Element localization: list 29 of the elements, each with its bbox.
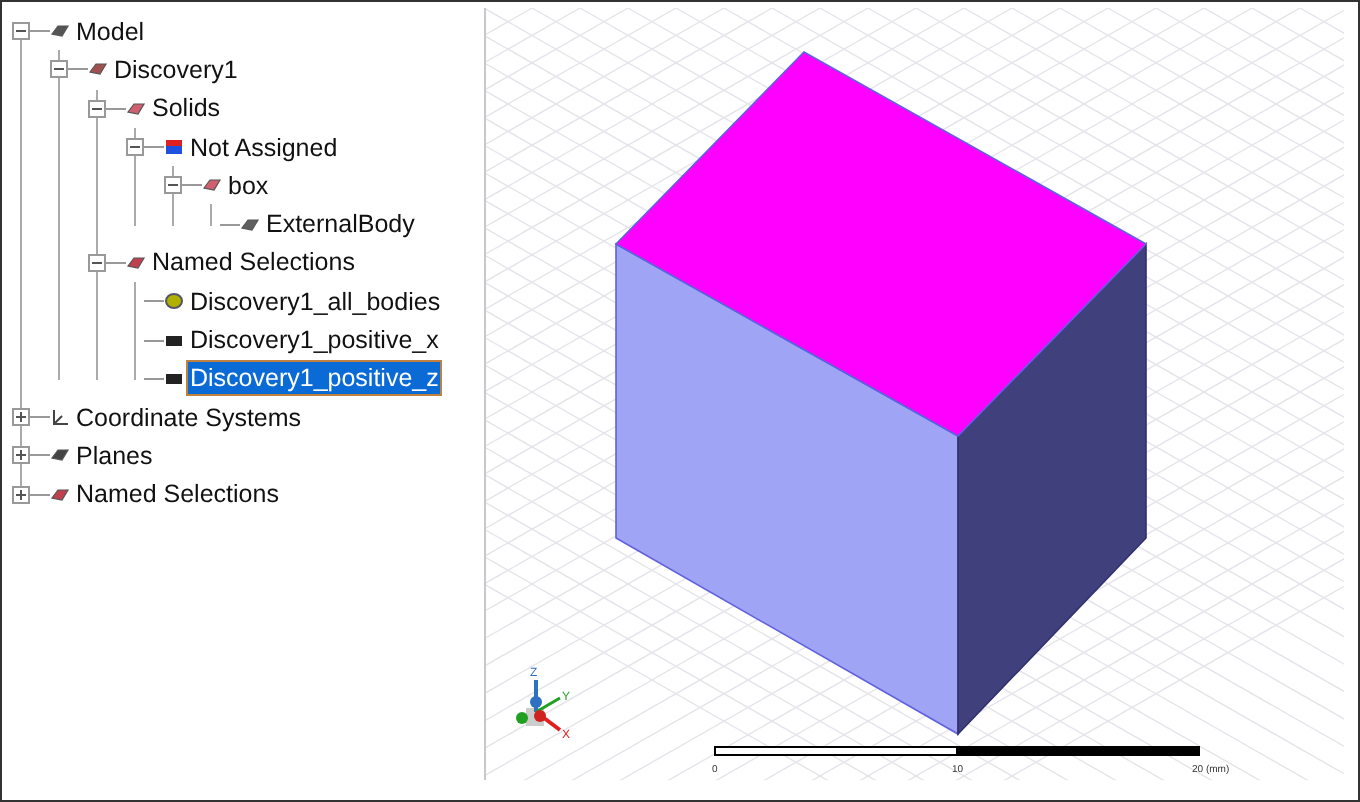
part-icon (88, 60, 108, 79)
collapse-toggle[interactable] (88, 99, 106, 118)
tree-item[interactable]: Discovery1 (110, 51, 242, 88)
collapse-toggle[interactable] (164, 176, 182, 195)
axes-icon (50, 408, 70, 427)
tree-item[interactable]: Discovery1_all_bodies (186, 283, 445, 320)
tree-item[interactable]: Coordinate Systems (72, 399, 306, 436)
selection-icon (50, 485, 70, 504)
tree-item[interactable]: Discovery1_positive_z (186, 360, 443, 397)
expand-toggle[interactable] (12, 446, 30, 465)
tree-item[interactable]: Not Assigned (186, 129, 342, 166)
tree-item[interactable]: Solids (148, 90, 225, 127)
tree-item[interactable]: Named Selections (72, 476, 283, 513)
expand-toggle[interactable] (12, 408, 30, 427)
tree-item[interactable]: Model (72, 13, 149, 50)
collapse-toggle[interactable] (12, 22, 30, 41)
tree-item[interactable]: Discovery1_positive_x (186, 322, 443, 359)
material-icon (164, 138, 184, 157)
plane-icon (50, 446, 70, 465)
expand-toggle[interactable] (12, 485, 30, 504)
body-icon (126, 99, 146, 118)
tree-item[interactable]: Planes (72, 437, 157, 474)
axis-triad (516, 680, 562, 732)
collapse-toggle[interactable] (50, 60, 68, 79)
tree-item[interactable]: ExternalBody (262, 206, 419, 243)
tree-item[interactable]: Named Selections (148, 244, 359, 281)
tree-item[interactable]: box (224, 167, 273, 204)
collapse-toggle[interactable] (88, 253, 106, 272)
collapse-toggle[interactable] (126, 138, 144, 157)
